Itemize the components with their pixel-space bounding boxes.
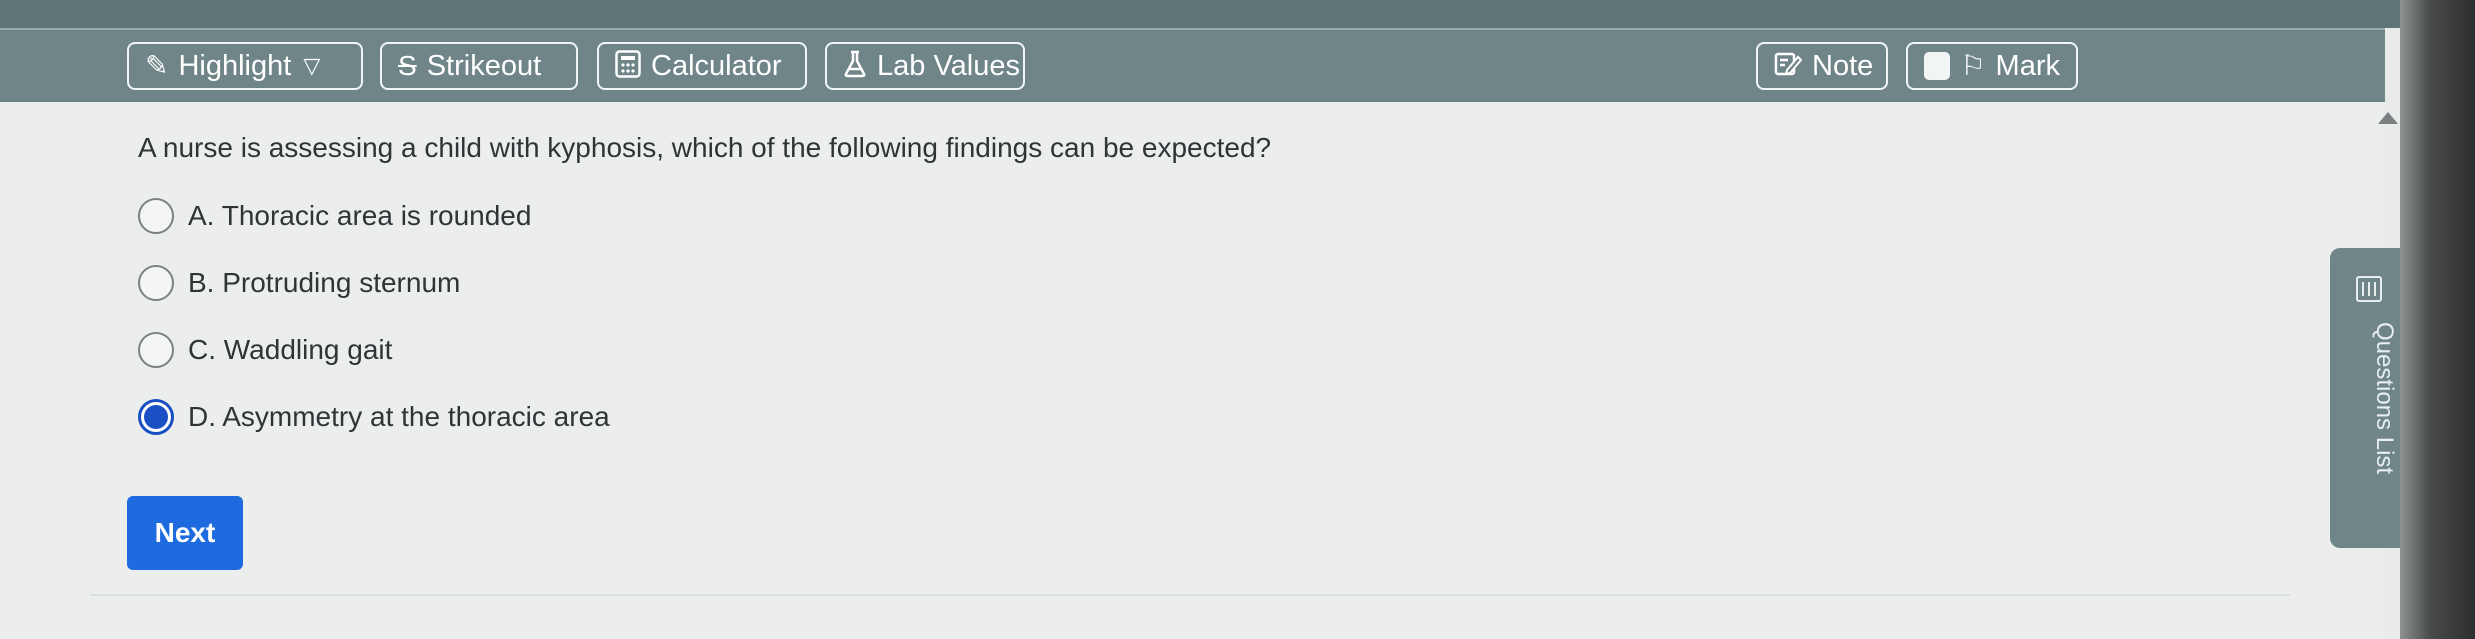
option-a[interactable]: A. Thoracic area is rounded <box>138 194 531 238</box>
screen-edge <box>2400 0 2475 639</box>
flask-icon <box>843 50 867 83</box>
question-text: A nurse is assessing a child with kyphos… <box>138 132 1272 163</box>
note-button[interactable]: Note <box>1756 42 1888 90</box>
strikeout-button[interactable]: S Strikeout <box>380 42 578 90</box>
radio-option-d[interactable] <box>138 399 174 435</box>
questions-list-label: Questions List <box>2371 322 2398 475</box>
calculator-button[interactable]: Calculator <box>597 42 807 90</box>
content-divider <box>90 594 2290 596</box>
calculator-label: Calculator <box>651 49 782 82</box>
toolbar: ✎ Highlight ▽ S Strikeout Calculator Lab… <box>0 28 2385 104</box>
option-b-label: B. Protruding sternum <box>188 267 461 298</box>
strikeout-label: Strikeout <box>426 49 542 82</box>
radio-option-a[interactable] <box>138 198 174 234</box>
option-c[interactable]: C. Waddling gait <box>138 328 392 372</box>
highlight-label: Highlight <box>178 49 292 82</box>
option-d-label: D. Asymmetry at the thoracic area <box>188 401 610 432</box>
lab-values-label: Lab Values <box>877 49 1020 82</box>
mark-button[interactable]: ⚐ Mark <box>1906 42 2078 90</box>
flag-icon: ⚐ <box>1960 50 1986 81</box>
mark-checkbox[interactable] <box>1924 52 1951 80</box>
window-top-strip <box>0 0 2400 28</box>
note-edit-icon <box>1774 51 1803 82</box>
list-icon <box>2356 276 2382 302</box>
scroll-up-arrow[interactable] <box>2378 112 2398 124</box>
option-d[interactable]: D. Asymmetry at the thoracic area <box>138 395 610 439</box>
radio-option-c[interactable] <box>138 332 174 368</box>
highlight-button[interactable]: ✎ Highlight ▽ <box>127 42 363 90</box>
highlighter-icon: ✎ <box>145 50 169 81</box>
calculator-icon <box>615 49 641 83</box>
radio-option-b[interactable] <box>138 265 174 301</box>
note-label: Note <box>1812 49 1874 82</box>
lab-values-button[interactable]: Lab Values <box>825 42 1025 90</box>
next-button[interactable]: Next <box>127 496 243 570</box>
option-c-label: C. Waddling gait <box>188 334 393 365</box>
mark-label: Mark <box>1995 49 2060 82</box>
strikethrough-icon: S <box>398 50 417 81</box>
option-a-label: A. Thoracic area is rounded <box>188 200 532 231</box>
option-b[interactable]: B. Protruding sternum <box>138 261 460 305</box>
chevron-down-icon: ▽ <box>303 53 321 78</box>
question-panel: A nurse is assessing a child with kyphos… <box>0 102 2385 639</box>
